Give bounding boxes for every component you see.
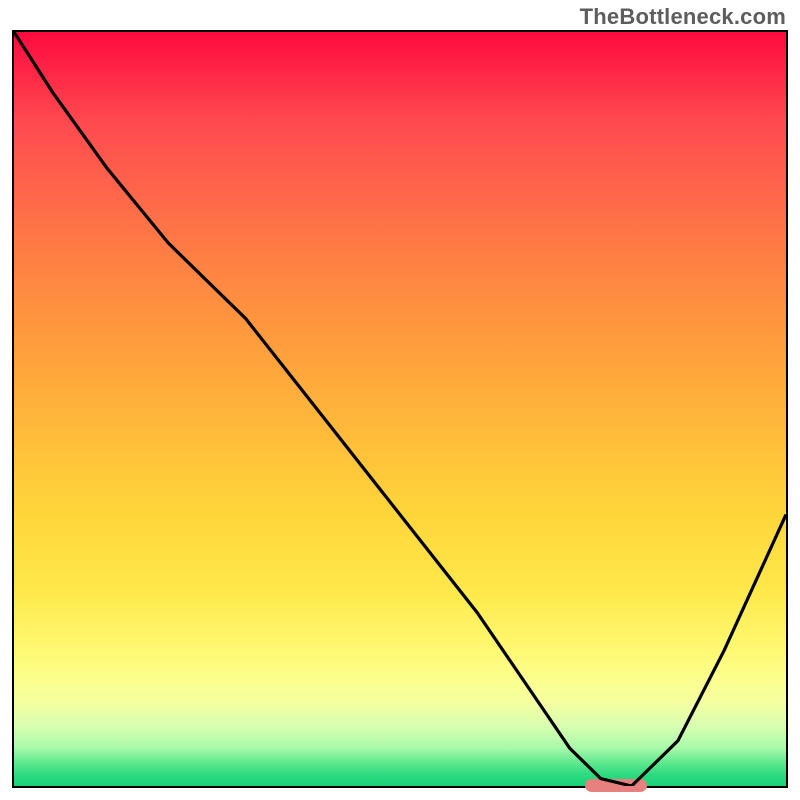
chart-line	[14, 32, 786, 786]
chart-frame	[12, 30, 788, 788]
watermark-text: TheBottleneck.com	[580, 4, 786, 30]
